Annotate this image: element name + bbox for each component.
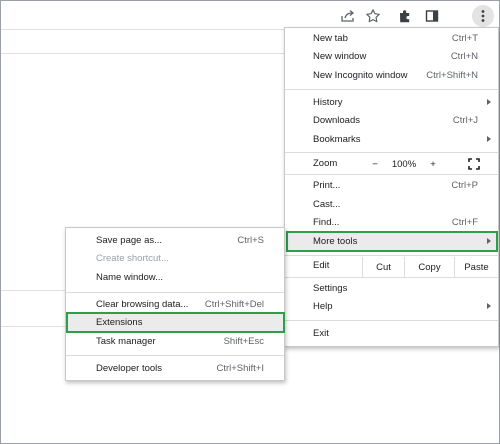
menu-item-shortcut: Ctrl+Shift+Del [204,299,264,310]
page-divider [1,290,66,291]
menu-item-settings[interactable]: Settings [313,280,478,298]
menu-item-history[interactable]: History [313,94,478,112]
menu-item-edit: Edit [313,257,353,275]
menu-item-label: Create shortcut... [96,253,169,264]
zoom-minus-label: − [372,158,378,170]
menu-item-more-tools[interactable]: More tools [313,233,478,251]
menu-item-help[interactable]: Help [313,298,478,316]
share-icon[interactable] [337,5,359,27]
menu-item-label: Print... [313,180,341,191]
menu-item-label: Cast... [313,199,341,210]
zoom-level-value: 100% [390,157,418,171]
menu-item-label: Bookmarks [313,134,361,145]
menu-item-shortcut: Ctrl+J [452,115,478,126]
menu-item-label: More tools [313,236,358,247]
zoom-label: Zoom [313,158,338,169]
menu-item-new-window[interactable]: New window Ctrl+N [313,48,478,66]
zoom-in-button[interactable]: + [422,157,444,171]
zoom-plus-label: + [430,158,436,170]
menu-item-label: Task manager [96,336,156,347]
extensions-puzzle-icon[interactable] [394,5,416,27]
submenu-item-task-manager[interactable]: Task manager Shift+Esc [96,333,264,351]
copy-label: Copy [418,261,441,273]
star-icon[interactable] [362,5,384,27]
menu-item-shortcut: Ctrl+F [451,217,478,228]
menu-item-print[interactable]: Print... Ctrl+P [313,177,478,195]
submenu-item-create-shortcut: Create shortcut... [96,250,264,268]
fullscreen-icon[interactable] [466,157,482,171]
menu-item-cast[interactable]: Cast... [313,196,478,214]
page-divider [1,53,285,54]
menu-item-find[interactable]: Find... Ctrl+F [313,214,478,232]
menu-item-label: New tab [313,33,348,44]
menu-item-label: Developer tools [96,363,163,374]
submenu-item-name-window[interactable]: Name window... [96,269,264,287]
menu-item-label: Clear browsing data... [96,299,189,310]
menu-item-label: Extensions [96,317,143,328]
menu-item-label: Settings [313,283,348,294]
menu-item-label: Save page as... [96,235,163,246]
browser-toolbar [1,1,499,29]
menu-item-shortcut: Ctrl+P [451,180,478,191]
menu-separator [285,277,498,278]
cut-label: Cut [376,261,391,273]
menu-item-label: Downloads [313,115,360,126]
menu-item-shortcut: Ctrl+T [451,33,478,44]
submenu-arrow-icon [487,99,491,105]
menu-separator [285,255,498,256]
edit-label: Edit [313,260,330,271]
copy-button[interactable]: Copy [404,257,454,277]
menu-item-shortcut: Ctrl+Shift+I [216,363,264,374]
menu-item-label: Name window... [96,272,164,283]
menu-item-label: New Incognito window [313,70,408,81]
menu-item-label: History [313,97,343,108]
paste-button[interactable]: Paste [454,257,498,277]
menu-separator [285,320,498,321]
paste-label: Paste [464,261,489,273]
menu-item-shortcut: Ctrl+S [237,235,264,246]
submenu-arrow-icon [487,303,491,309]
menu-item-shortcut: Ctrl+Shift+N [426,70,478,81]
zoom-out-button[interactable]: − [364,157,386,171]
submenu-arrow-icon [487,136,491,142]
menu-item-label: Help [313,301,333,312]
menu-separator [285,174,498,175]
zoom-level-text: 100% [391,158,417,170]
submenu-item-extensions[interactable]: Extensions [96,314,264,332]
menu-item-label: Exit [313,328,329,339]
menu-separator [285,152,498,153]
kebab-menu-icon[interactable] [472,5,494,27]
menu-item-shortcut: Shift+Esc [223,336,264,347]
menu-item-downloads[interactable]: Downloads Ctrl+J [313,112,478,130]
menu-item-exit[interactable]: Exit [313,325,478,343]
menu-item-new-incognito-window[interactable]: New Incognito window Ctrl+Shift+N [313,67,478,85]
menu-item-label: Find... [313,217,340,228]
menu-separator [66,292,284,293]
submenu-item-save-page[interactable]: Save page as... Ctrl+S [96,232,264,250]
submenu-arrow-icon [487,238,491,244]
menu-separator [285,89,498,90]
side-panel-icon[interactable] [421,5,443,27]
page-divider [1,326,66,327]
submenu-item-developer-tools[interactable]: Developer tools Ctrl+Shift+I [96,360,264,378]
menu-item-label: New window [313,51,367,62]
menu-item-bookmarks[interactable]: Bookmarks [313,131,478,149]
menu-item-new-tab[interactable]: New tab Ctrl+T [313,30,478,48]
menu-separator [66,355,284,356]
cut-button[interactable]: Cut [362,257,404,277]
menu-item-shortcut: Ctrl+N [450,51,478,62]
